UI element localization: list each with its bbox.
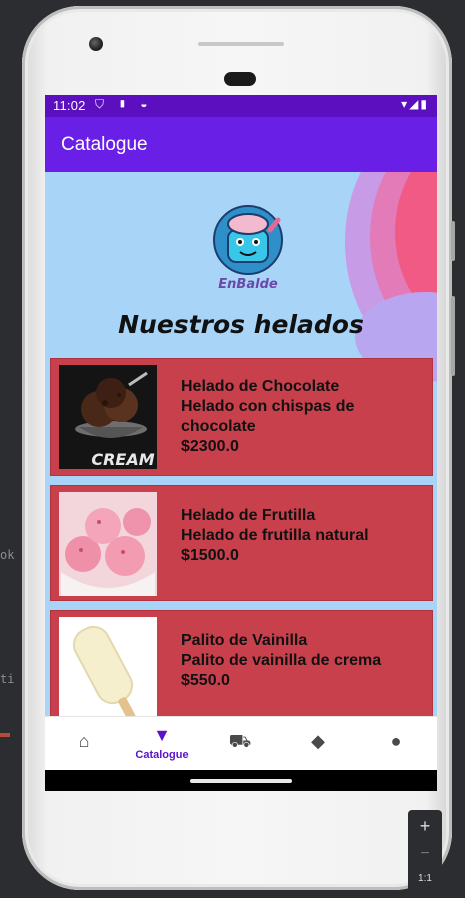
zoom-in-button[interactable]: +: [408, 816, 442, 837]
product-card[interactable]: Palito de Vainilla Palito de vainilla de…: [50, 610, 433, 716]
logo-text: EnBalde: [218, 277, 278, 292]
ide-marker: [0, 733, 10, 737]
speaker-grille: [198, 42, 284, 46]
cone-icon: ◆: [311, 731, 325, 751]
product-image: [59, 492, 157, 596]
person-icon: ●: [390, 731, 402, 751]
bottom-navigation: ⌂ ▼ Catalogue ⛟ ◆ ●: [45, 716, 437, 771]
product-card[interactable]: CREAM Helado de Chocolate Helado con chi…: [50, 358, 433, 476]
nav-label-catalogue: Catalogue: [135, 749, 189, 761]
product-description: Palito de vainilla de crema: [181, 652, 382, 669]
nav-item-favorites[interactable]: ◆: [279, 717, 357, 771]
product-description: Helado con chispas de chocolate: [181, 398, 355, 435]
zoom-controls: + − 1:1: [408, 810, 442, 896]
nav-item-profile[interactable]: ●: [357, 717, 435, 771]
product-image: CREAM: [59, 365, 157, 469]
nav-item-home[interactable]: ⌂: [45, 717, 123, 771]
nav-item-cart[interactable]: ⛟: [201, 717, 279, 771]
front-camera: [89, 37, 103, 51]
product-description: Helado de frutilla natural: [181, 527, 369, 544]
product-info: Palito de Vainilla Palito de vainilla de…: [181, 631, 421, 691]
ide-text-fragment: ok: [0, 548, 15, 562]
product-price: $1500.0: [181, 547, 239, 564]
catalogue-content[interactable]: EnBalde Nuestros helados CREAM Helado de…: [45, 172, 437, 716]
status-time: 11:02: [53, 98, 86, 113]
app-bar-title: Catalogue: [61, 134, 148, 155]
ice-cream-icon: ▼: [153, 725, 171, 745]
volume-button[interactable]: [451, 296, 455, 376]
device-screen: 11:02 ⛉ ▮ ◒ ▾◢▮ Catalogue EnBalde Nuestr…: [45, 95, 437, 791]
zoom-out-button[interactable]: −: [408, 845, 442, 863]
enbalde-logo: EnBalde: [213, 205, 283, 292]
app-bar: Catalogue: [45, 117, 437, 172]
gesture-navigation-bar: [45, 770, 437, 791]
zoom-actual-size-button[interactable]: 1:1: [408, 873, 442, 884]
thumb-label: CREAM: [91, 450, 154, 469]
ide-background: [0, 0, 22, 898]
product-price: $2300.0: [181, 438, 239, 455]
product-info: Helado de Frutilla Helado de frutilla na…: [181, 506, 421, 566]
product-name: Helado de Frutilla: [181, 507, 316, 524]
status-bar: 11:02 ⛉ ▮ ◒ ▾◢▮: [45, 95, 437, 117]
product-name: Helado de Chocolate: [181, 378, 340, 395]
product-card[interactable]: Helado de Frutilla Helado de frutilla na…: [50, 485, 433, 601]
product-image: [59, 617, 157, 716]
device-frame: 11:02 ⛉ ▮ ◒ ▾◢▮ Catalogue EnBalde Nuestr…: [22, 6, 455, 890]
product-name: Palito de Vainilla: [181, 632, 308, 649]
signal-battery-icons: ▾◢▮: [401, 97, 429, 111]
ide-text-fragment: ti: [0, 672, 15, 686]
home-icon: ⌂: [78, 731, 90, 751]
nav-item-catalogue[interactable]: ▼ Catalogue: [123, 717, 201, 771]
power-button[interactable]: [451, 221, 455, 261]
product-info: Helado de Chocolate Helado con chispas d…: [181, 377, 421, 457]
home-gesture-handle[interactable]: [190, 779, 292, 783]
product-price: $550.0: [181, 672, 230, 689]
page-heading: Nuestros helados: [118, 310, 364, 339]
earpiece: [224, 72, 256, 86]
cart-icon: ⛟: [228, 731, 252, 751]
notification-icons: ⛉ ▮ ◒: [95, 97, 153, 111]
